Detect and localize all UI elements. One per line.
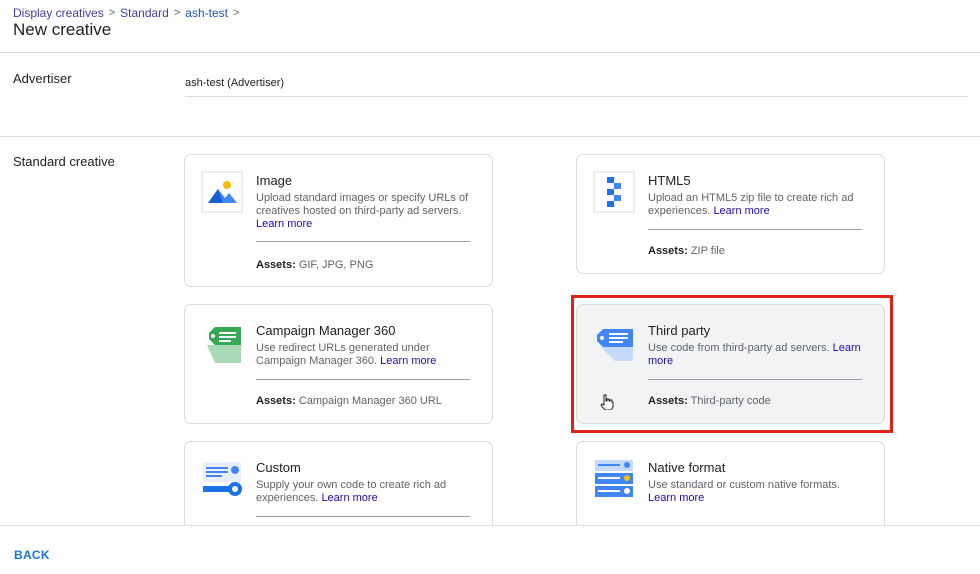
card-description: Upload standard images or specify URLs o… [256, 192, 470, 231]
assets-value: GIF, JPG, PNG [298, 259, 374, 271]
card-description: Use redirect URLs generated under Campai… [256, 342, 470, 368]
advertiser-field-underline [185, 96, 968, 97]
assets-label: Assets: [256, 259, 296, 271]
assets-value: ZIP file [690, 245, 725, 257]
assets-label: Assets: [256, 395, 296, 407]
learn-more-link[interactable]: Learn more [648, 492, 704, 504]
page-title: New creative [13, 20, 112, 39]
breadcrumb-separator: > [173, 7, 181, 19]
native-format-icon [593, 458, 635, 500]
card-assets: Assets: ZIP file [648, 245, 725, 257]
footer-bar: BACK [0, 525, 980, 574]
card-description-text: Upload standard images or specify URLs o… [256, 192, 469, 217]
selection-highlight-box [571, 295, 893, 433]
creative-card-html5[interactable]: HTML5 Upload an HTML5 zip file to create… [576, 154, 885, 274]
card-title: HTML5 [648, 173, 691, 188]
card-assets: Assets: GIF, JPG, PNG [256, 259, 373, 271]
assets-value: Campaign Manager 360 URL [298, 395, 442, 407]
card-title: Custom [256, 460, 301, 475]
card-divider [256, 241, 470, 242]
breadcrumb-ash-test[interactable]: ash-test [185, 6, 228, 20]
back-button[interactable]: BACK [14, 548, 50, 562]
card-divider [648, 229, 862, 230]
custom-code-icon [201, 458, 243, 500]
section-divider [0, 136, 980, 137]
header-divider [0, 52, 980, 53]
card-description: Supply your own code to create rich ad e… [256, 479, 470, 505]
advertiser-label: Advertiser [13, 71, 72, 86]
standard-creative-label: Standard creative [13, 154, 115, 169]
card-description-text: Use standard or custom native formats. [648, 479, 840, 491]
image-icon [201, 171, 243, 213]
learn-more-link[interactable]: Learn more [713, 205, 769, 217]
card-divider [256, 516, 470, 517]
card-title: Native format [648, 460, 726, 475]
html5-icon [593, 171, 635, 213]
learn-more-link[interactable]: Learn more [256, 218, 312, 230]
creative-card-campaign-manager-360[interactable]: Campaign Manager 360 Use redirect URLs g… [184, 304, 493, 424]
creative-card-image[interactable]: Image Upload standard images or specify … [184, 154, 493, 287]
breadcrumb: Display creatives > Standard > ash-test … [13, 6, 244, 20]
hand-cursor-icon [600, 394, 614, 411]
breadcrumb-separator: > [108, 7, 116, 19]
campaign-manager-tag-icon [201, 321, 243, 363]
learn-more-link[interactable]: Learn more [321, 492, 377, 504]
card-assets: Assets: Campaign Manager 360 URL [256, 395, 442, 407]
assets-label: Assets: [648, 245, 688, 257]
card-divider [256, 379, 470, 380]
card-description: Upload an HTML5 zip file to create rich … [648, 192, 862, 218]
card-title: Campaign Manager 360 [256, 323, 396, 338]
breadcrumb-display-creatives[interactable]: Display creatives [13, 6, 104, 20]
card-title: Image [256, 173, 293, 188]
learn-more-link[interactable]: Learn more [380, 355, 436, 367]
breadcrumb-separator: > [232, 7, 240, 19]
advertiser-value: ash-test (Advertiser) [185, 77, 285, 89]
breadcrumb-standard[interactable]: Standard [120, 6, 169, 20]
card-description: Use standard or custom native formats. L… [648, 479, 862, 505]
